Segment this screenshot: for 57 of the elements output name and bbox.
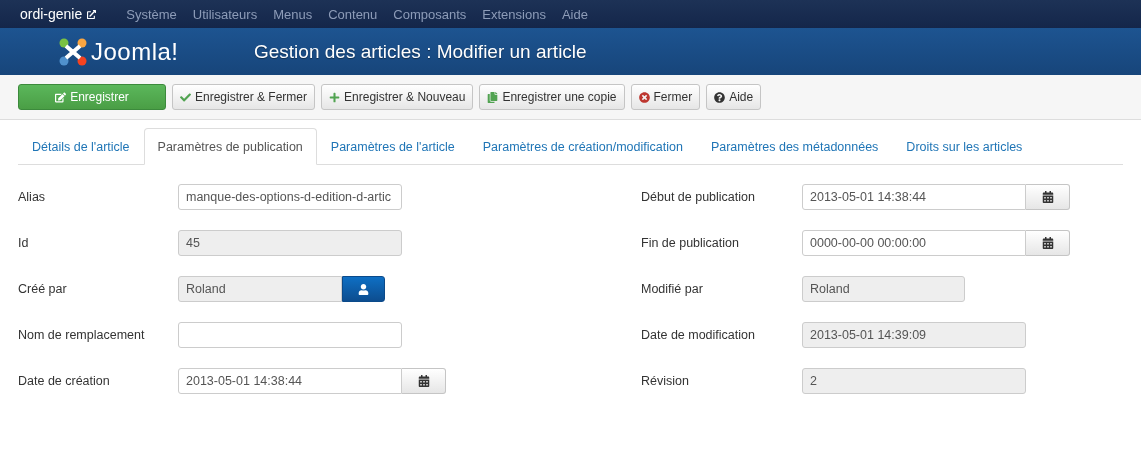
calendar-icon: [1041, 191, 1054, 203]
field-label: Révision: [641, 374, 690, 388]
tab[interactable]: Détails de l'article: [18, 128, 144, 165]
field-label: Début de publication: [641, 190, 756, 204]
calendar-button[interactable]: [1026, 184, 1070, 210]
input-field[interactable]: manque-des-options-d-edition-d-artic: [178, 184, 402, 210]
field-label: Id: [18, 236, 30, 250]
help-icon: [714, 91, 726, 103]
input-field[interactable]: 2013-05-01 14:38:44: [178, 368, 402, 394]
logo-text: Joomla!: [91, 37, 179, 66]
readonly-field[interactable]: 45: [178, 230, 402, 256]
toolbar-button[interactable]: Enregistrer & Nouveau: [321, 84, 474, 110]
tab[interactable]: Paramètres des métadonnées: [696, 128, 893, 165]
menu-item[interactable]: Utilisateurs: [184, 6, 266, 22]
menu-item[interactable]: Aide: [553, 6, 596, 22]
menu-item[interactable]: Menus: [265, 6, 321, 22]
calendar-icon: [417, 375, 430, 387]
check-icon: [180, 91, 191, 103]
input-field[interactable]: [178, 322, 402, 348]
readonly-field[interactable]: Roland: [178, 276, 342, 302]
field-label: Fin de publication: [641, 236, 740, 250]
plus-icon: [329, 91, 341, 103]
tab[interactable]: Droits sur les articles: [892, 128, 1037, 165]
copy-icon: [487, 91, 499, 103]
field-label: Nom de remplacement: [18, 328, 146, 342]
external-link-icon: [87, 9, 97, 19]
menu-item[interactable]: Système: [118, 6, 185, 22]
input-field[interactable]: 0000-00-00 00:00:00: [802, 230, 1026, 256]
toolbar-button[interactable]: Aide: [706, 84, 762, 110]
readonly-field[interactable]: Roland: [802, 276, 965, 302]
calendar-button[interactable]: [1026, 230, 1070, 256]
logo-icon: [58, 36, 88, 67]
toolbar-button[interactable]: Enregistrer & Fermer: [172, 84, 316, 110]
user-icon: [358, 283, 369, 295]
select-user-button[interactable]: [342, 276, 385, 302]
field-label: Date de modification: [641, 328, 756, 342]
menu-item[interactable]: Composants: [385, 6, 475, 22]
tab[interactable]: Paramètres de création/modification: [468, 128, 697, 165]
menu-item[interactable]: Extensions: [474, 6, 554, 22]
field-label: Date de création: [18, 374, 111, 388]
field-label: Créé par: [18, 282, 68, 296]
close-icon: [638, 91, 650, 103]
calendar-button[interactable]: [402, 368, 446, 394]
site-link[interactable]: ordi-genie: [20, 6, 97, 22]
tab[interactable]: Paramètres de l'article: [316, 128, 469, 165]
input-field[interactable]: 2013-05-01 14:38:44: [802, 184, 1026, 210]
field-label: Alias: [18, 190, 47, 204]
page-title: Gestion des articles : Modifier un article: [254, 40, 587, 63]
calendar-icon: [1041, 237, 1054, 249]
field-label: Modifié par: [641, 282, 704, 296]
menu-item[interactable]: Contenu: [320, 6, 386, 22]
edit-icon: [55, 91, 67, 103]
readonly-field[interactable]: 2013-05-01 14:39:09: [802, 322, 1026, 348]
readonly-field[interactable]: 2: [802, 368, 1026, 394]
toolbar-button[interactable]: Fermer: [630, 84, 701, 110]
toolbar-button[interactable]: Enregistrer une copie: [479, 84, 625, 110]
tab[interactable]: Paramètres de publication: [143, 128, 317, 165]
